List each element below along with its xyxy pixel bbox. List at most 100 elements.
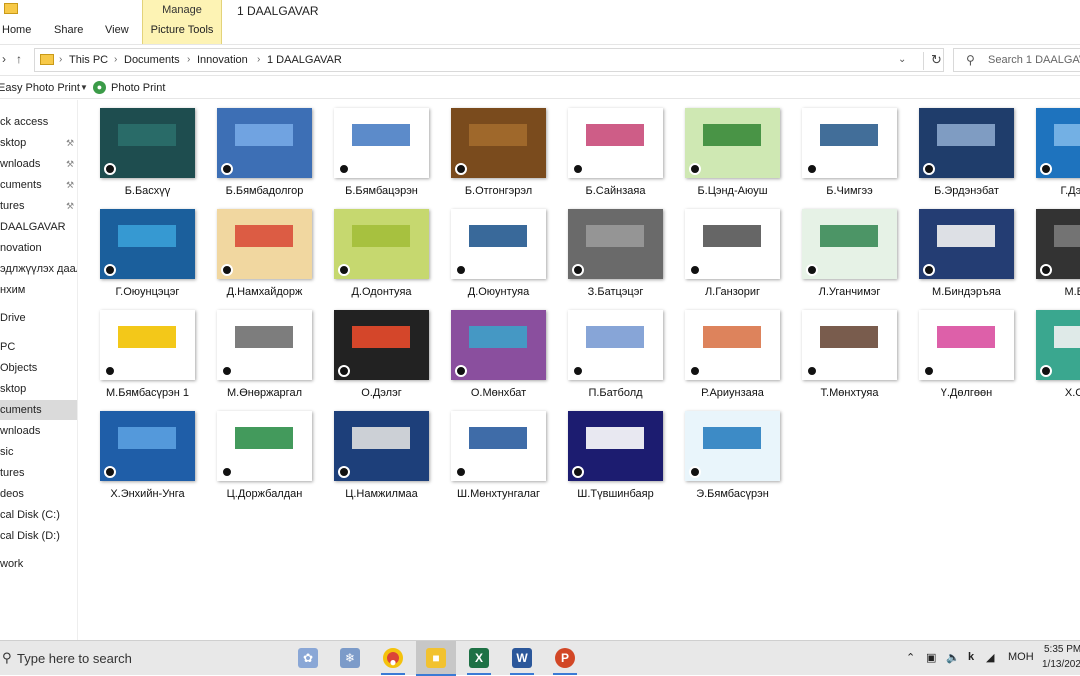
- tab-share[interactable]: Share: [54, 24, 83, 40]
- taskbar-search-box[interactable]: Type here to search: [17, 651, 132, 666]
- search-icon[interactable]: ⚲: [2, 650, 12, 666]
- sidebar-item[interactable]: cal Disk (D:): [0, 526, 77, 546]
- chevron-down-icon[interactable]: ⌄: [898, 54, 906, 65]
- pin-icon[interactable]: ⚒: [66, 196, 74, 216]
- file-item[interactable]: Б.Эрдэнэбат: [899, 100, 1017, 200]
- file-item[interactable]: Б.Цэнд-Аюуш: [665, 100, 783, 200]
- file-item[interactable]: М.Бинд: [1016, 201, 1080, 301]
- file-item[interactable]: Г.Дэмбэр: [1016, 100, 1080, 200]
- refresh-icon[interactable]: ↻: [923, 52, 942, 70]
- sidebar-item[interactable]: novation: [0, 238, 77, 258]
- sidebar-item[interactable]: tures ⚒: [0, 196, 77, 216]
- chevron-right-icon[interactable]: ›: [59, 54, 62, 65]
- clock-date[interactable]: 1/13/2021: [1042, 659, 1080, 670]
- file-item[interactable]: М.Өнөржаргал: [197, 302, 315, 402]
- file-item[interactable]: Д.Одонтуяа: [314, 201, 432, 301]
- file-item[interactable]: Ц.Доржбалдан: [197, 403, 315, 503]
- breadcrumb-current-folder[interactable]: 1 DAALGAVAR: [267, 54, 342, 66]
- file-item[interactable]: Г.Оюунцэцэг: [80, 201, 198, 301]
- file-item[interactable]: Э.Бямбасүрэн: [665, 403, 783, 503]
- file-item[interactable]: Р.Ариунзаяа: [665, 302, 783, 402]
- sidebar-item-label: эдлжүүлэх даалг: [0, 263, 78, 275]
- file-item[interactable]: Д.Намхайдорж: [197, 201, 315, 301]
- sidebar-item[interactable]: cuments ⚒: [0, 175, 77, 195]
- sidebar-item[interactable]: ck access: [0, 112, 77, 132]
- manage-label[interactable]: Manage: [143, 4, 221, 16]
- file-item[interactable]: З.Батцэцэг: [548, 201, 666, 301]
- sidebar-item[interactable]: tures: [0, 463, 77, 483]
- clock-time[interactable]: 5:35 PM: [1044, 644, 1080, 655]
- sidebar-item[interactable]: sktop: [0, 379, 77, 399]
- tab-home[interactable]: Home: [2, 24, 31, 40]
- file-item[interactable]: М.Биндэръяа: [899, 201, 1017, 301]
- paint3d-app-icon[interactable]: ❄: [330, 641, 370, 676]
- tab-view[interactable]: View: [105, 24, 129, 40]
- address-bar[interactable]: › This PC › Documents › Innovation › 1 D…: [34, 48, 944, 72]
- pin-icon[interactable]: ⚒: [66, 175, 74, 195]
- sidebar-item[interactable]: work: [0, 554, 77, 574]
- file-item[interactable]: Б.Сайнзаяа: [548, 100, 666, 200]
- file-item[interactable]: О.Дэлэг: [314, 302, 432, 402]
- file-item[interactable]: Ш.Түвшинбаяр: [548, 403, 666, 503]
- sidebar-item[interactable]: нхим: [0, 280, 77, 300]
- excel-app-icon[interactable]: X: [459, 641, 499, 676]
- breadcrumb-documents[interactable]: Documents: [124, 54, 180, 66]
- file-item[interactable]: М.Бямбасүрэн 1: [80, 302, 198, 402]
- sidebar-item[interactable]: sktop ⚒: [0, 133, 77, 153]
- back-arrow-icon[interactable]: ›: [2, 52, 6, 66]
- file-item[interactable]: Х.Энхийн-Унга: [80, 403, 198, 503]
- sidebar-item[interactable]: cuments: [0, 400, 77, 420]
- k-app-icon[interactable]: k: [968, 651, 974, 663]
- file-item[interactable]: Ц.Намжилмаа: [314, 403, 432, 503]
- up-arrow-icon[interactable]: ↑: [16, 52, 22, 66]
- taskbar: ⚲ Type here to search ✿ ❄ ● ■ X W P ⌃ ▣ …: [0, 640, 1080, 676]
- chevron-right-icon[interactable]: ›: [187, 54, 190, 65]
- file-item[interactable]: Л.Ганзориг: [665, 201, 783, 301]
- breadcrumb-innovation[interactable]: Innovation: [197, 54, 248, 66]
- chevron-right-icon[interactable]: ›: [114, 54, 117, 65]
- file-item[interactable]: Х.Сүнж: [1016, 302, 1080, 402]
- sidebar-item[interactable]: deos: [0, 484, 77, 504]
- meet-now-icon[interactable]: ▣: [926, 651, 936, 664]
- file-item[interactable]: Т.Мөнхтуяа: [782, 302, 900, 402]
- breadcrumb-this-pc[interactable]: This PC: [69, 54, 108, 66]
- easy-photo-print-button[interactable]: Easy Photo Print: [0, 82, 80, 94]
- file-item[interactable]: Б.Бямбацэрэн: [314, 100, 432, 200]
- file-item[interactable]: Б.Чимгээ: [782, 100, 900, 200]
- chevron-up-icon[interactable]: ⌃: [906, 651, 915, 664]
- sidebar-item[interactable]: sic: [0, 442, 77, 462]
- file-item[interactable]: Д.Оюунтуяа: [431, 201, 549, 301]
- logo-icon: [104, 365, 116, 377]
- sidebar-item[interactable]: wnloads ⚒: [0, 154, 77, 174]
- sidebar-item[interactable]: wnloads: [0, 421, 77, 441]
- file-item[interactable]: Б.Отгонгэрэл: [431, 100, 549, 200]
- file-item[interactable]: О.Мөнхбат: [431, 302, 549, 402]
- sidebar-item[interactable]: эдлжүүлэх даалг: [0, 259, 78, 279]
- chevron-down-icon[interactable]: ▼: [80, 83, 88, 92]
- word-app-icon[interactable]: W: [502, 641, 542, 676]
- file-explorer-app-icon[interactable]: ■: [416, 641, 456, 676]
- network-icon[interactable]: ◢: [986, 651, 994, 664]
- file-item[interactable]: Ш.Мөнхтунгалаг: [431, 403, 549, 503]
- file-item[interactable]: Ү.Дөлгөөн: [899, 302, 1017, 402]
- pin-icon[interactable]: ⚒: [66, 133, 74, 153]
- chrome-app-icon[interactable]: ●: [373, 641, 413, 676]
- sidebar-item[interactable]: Objects: [0, 358, 77, 378]
- language-indicator[interactable]: МОН: [1008, 651, 1034, 663]
- file-item[interactable]: Б.Басхүү: [80, 100, 198, 200]
- file-item[interactable]: Л.Уганчимэг: [782, 201, 900, 301]
- pin-icon[interactable]: ⚒: [66, 154, 74, 174]
- file-item[interactable]: П.Батболд: [548, 302, 666, 402]
- volume-icon[interactable]: 🔈: [946, 651, 960, 664]
- paint-app-icon[interactable]: ✿: [288, 641, 328, 676]
- search-input[interactable]: ⚲ Search 1 DAALGAVAR: [953, 48, 1080, 72]
- chevron-right-icon[interactable]: ›: [257, 54, 260, 65]
- file-item[interactable]: Б.Бямбадолгор: [197, 100, 315, 200]
- tab-picture-tools[interactable]: Picture Tools: [143, 24, 221, 36]
- photo-print-button[interactable]: Photo Print: [111, 82, 165, 94]
- sidebar-item[interactable]: Drive: [0, 308, 77, 328]
- sidebar-item[interactable]: cal Disk (C:): [0, 505, 77, 525]
- powerpoint-app-icon[interactable]: P: [545, 641, 585, 676]
- sidebar-item[interactable]: PC: [0, 337, 77, 357]
- sidebar-item[interactable]: DAALGAVAR: [0, 217, 77, 237]
